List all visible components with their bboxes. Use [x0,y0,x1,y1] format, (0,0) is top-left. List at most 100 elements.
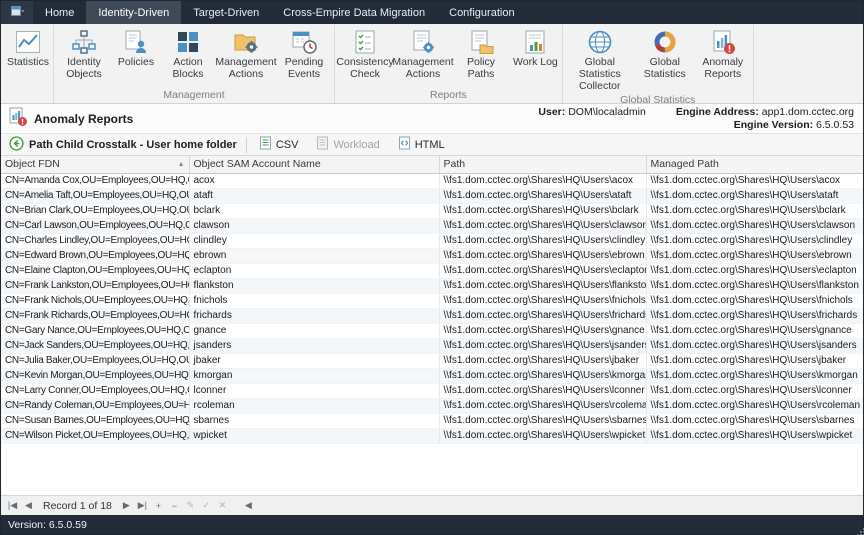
ribbon-group-global-statistics: Global Statistics Collector Global Stati… [563,25,754,103]
table-row[interactable]: CN=Jack Sanders,OU=Employees,OU=HQ,OU=do… [1,338,863,353]
ribbon-button-global-statistics[interactable]: Global Statistics [636,25,694,82]
ribbon-button-management-actions[interactable]: Management Actions [217,25,275,82]
ribbon-button-work-log[interactable]: Work Log [510,25,561,70]
cell-managed-path: \\fs1.dom.cctec.org\Shares\HQ\Users\fnic… [646,293,863,308]
table-row[interactable]: CN=Frank Nichols,OU=Employees,OU=HQ,OU=d… [1,293,863,308]
table-header-row: Object FDN▲ Object SAM Account Name Path… [1,156,863,173]
ribbon-button-pending-events[interactable]: Pending Events [275,25,333,82]
table-row[interactable]: CN=Frank Lankston,OU=Employees,OU=HQ,OU=… [1,278,863,293]
html-export-button[interactable]: HTML [392,135,451,154]
ribbon-button-label: Identity Objects [58,57,110,81]
ribbon-button-label: Work Log [513,57,558,69]
tab-configuration[interactable]: Configuration [437,1,526,24]
table-row[interactable]: CN=Julia Baker,OU=Employees,OU=HQ,OU=dom… [1,353,863,368]
table-row[interactable]: CN=Amelia Taft,OU=Employees,OU=HQ,OU=dom… [1,188,863,203]
results-grid: Object FDN▲ Object SAM Account Name Path… [1,156,863,495]
nav-cancel-button[interactable]: ✕ [215,498,230,513]
cell-managed-path: \\fs1.dom.cctec.org\Shares\HQ\Users\wpic… [646,428,863,443]
nav-edit-button[interactable]: ✎ [183,498,198,513]
blocks-icon [175,29,201,55]
cell-managed-path: \\fs1.dom.cctec.org\Shares\HQ\Users\sbar… [646,413,863,428]
cell-sam-account: lconner [189,383,439,398]
table-row[interactable]: CN=Kevin Morgan,OU=Employees,OU=HQ,OU=do… [1,368,863,383]
back-arrow-icon [9,136,24,154]
app-menu-button[interactable] [1,1,33,24]
cell-path: \\fs1.dom.cctec.org\Shares\HQ\Users\ecla… [439,263,646,278]
csv-button-label: CSV [276,139,299,151]
table-row[interactable]: CN=Edward Brown,OU=Employees,OU=HQ,OU=do… [1,248,863,263]
donut-chart-icon [652,29,678,55]
nav-prev-button[interactable]: ◀ [21,498,36,513]
cell-object-fdn: CN=Randy Coleman,OU=Employees,OU=HQ,OU=d… [1,398,189,413]
table-row[interactable]: CN=Carl Lawson,OU=Employees,OU=HQ,OU=dom… [1,218,863,233]
ribbon-button-identity-objects[interactable]: Identity Objects [55,25,113,82]
hscroll-left-arrow[interactable]: ◀ [241,498,256,513]
ribbon-button-action-blocks[interactable]: Action Blocks [159,25,217,82]
table-row[interactable]: CN=Larry Conner,OU=Employees,OU=HQ,OU=do… [1,383,863,398]
line-chart-icon [15,29,41,55]
cell-sam-account: bclark [189,203,439,218]
report-toolbar: Path Child Crosstalk - User home folder … [1,134,863,156]
tab-bar: Home Identity-Driven Target-Driven Cross… [1,1,863,24]
cell-sam-account: jbaker [189,353,439,368]
resize-grip-icon[interactable] [857,528,859,530]
cell-object-fdn: CN=Wilson Picket,OU=Employees,OU=HQ,OU=d… [1,428,189,443]
table-row[interactable]: CN=Susan Barnes,OU=Employees,OU=HQ,OU=do… [1,413,863,428]
column-header-path[interactable]: Path [439,156,646,173]
table-row[interactable]: CN=Randy Coleman,OU=Employees,OU=HQ,OU=d… [1,398,863,413]
column-header-object-fdn[interactable]: Object FDN▲ [1,156,189,173]
cell-object-fdn: CN=Gary Nance,OU=Employees,OU=HQ,OU=dom,… [1,323,189,338]
ribbon-button-label: Anomaly Reports [697,57,749,81]
nav-next-button[interactable]: ▶ [119,498,134,513]
nav-remove-button[interactable]: − [167,498,182,513]
ribbon-button-label: Global Statistics Collector [567,57,633,92]
tab-home[interactable]: Home [33,1,86,24]
cell-managed-path: \\fs1.dom.cctec.org\Shares\HQ\Users\gnan… [646,323,863,338]
table-row[interactable]: CN=Amanda Cox,OU=Employees,OU=HQ,OU=dom,… [1,173,863,188]
workload-button-label: Workload [333,139,379,151]
nav-first-button[interactable]: |◀ [5,498,20,513]
ribbon-button-statistics[interactable]: Statistics [4,25,52,70]
table-row[interactable]: CN=Gary Nance,OU=Employees,OU=HQ,OU=dom,… [1,323,863,338]
sheet-gear-icon [410,29,436,55]
ribbon-button-policy-paths[interactable]: Policy Paths [452,25,510,82]
engine-address-info: Engine Address: app1.dom.cctec.org [676,106,854,118]
ribbon-group-label [4,88,52,103]
column-header-managed-path[interactable]: Managed Path [646,156,863,173]
toolbar-separator [246,137,247,153]
ribbon-group-label: Management [55,88,333,103]
ribbon: Statistics Identity Objects Policies [1,24,863,104]
table-row[interactable]: CN=Brian Clark,OU=Employees,OU=HQ,OU=dom… [1,203,863,218]
cell-managed-path: \\fs1.dom.cctec.org\Shares\HQ\Users\jbak… [646,353,863,368]
app-icon [11,6,24,20]
ribbon-button-global-statistics-collector[interactable]: Global Statistics Collector [564,25,636,93]
ribbon-button-management-actions-report[interactable]: Management Actions [394,25,452,82]
cell-sam-account: sbarnes [189,413,439,428]
cell-managed-path: \\fs1.dom.cctec.org\Shares\HQ\Users\clin… [646,233,863,248]
nav-commit-button[interactable]: ✓ [199,498,214,513]
cell-sam-account: rcoleman [189,398,439,413]
tab-identity-driven[interactable]: Identity-Driven [86,1,181,24]
table-row[interactable]: CN=Charles Lindley,OU=Employees,OU=HQ,OU… [1,233,863,248]
workload-button[interactable]: Workload [310,135,385,154]
nav-last-button[interactable]: ▶| [135,498,150,513]
ribbon-button-anomaly-reports[interactable]: Anomaly Reports [694,25,752,82]
nav-add-button[interactable]: + [151,498,166,513]
column-header-sam-account[interactable]: Object SAM Account Name [189,156,439,173]
back-button[interactable]: Path Child Crosstalk - User home folder [6,135,240,155]
cell-path: \\fs1.dom.cctec.org\Shares\HQ\Users\jsan… [439,338,646,353]
ribbon-button-consistency-check[interactable]: Consistency Check [336,25,394,82]
calendar-clock-icon [291,29,317,55]
tab-target-driven[interactable]: Target-Driven [181,1,271,24]
ribbon-button-policies[interactable]: Policies [113,25,159,70]
table-row[interactable]: CN=Elaine Clapton,OU=Employees,OU=HQ,OU=… [1,263,863,278]
cell-sam-account: clindley [189,233,439,248]
tab-cross-empire-data-migration[interactable]: Cross-Empire Data Migration [271,1,437,24]
table-row[interactable]: CN=Frank Richards,OU=Employees,OU=HQ,OU=… [1,308,863,323]
cell-object-fdn: CN=Edward Brown,OU=Employees,OU=HQ,OU=do… [1,248,189,263]
cell-sam-account: acox [189,173,439,188]
sort-ascending-icon: ▲ [178,161,185,168]
csv-export-button[interactable]: CSV [253,135,305,154]
table-row[interactable]: CN=Wilson Picket,OU=Employees,OU=HQ,OU=d… [1,428,863,443]
sheet-chart-icon [522,29,548,55]
